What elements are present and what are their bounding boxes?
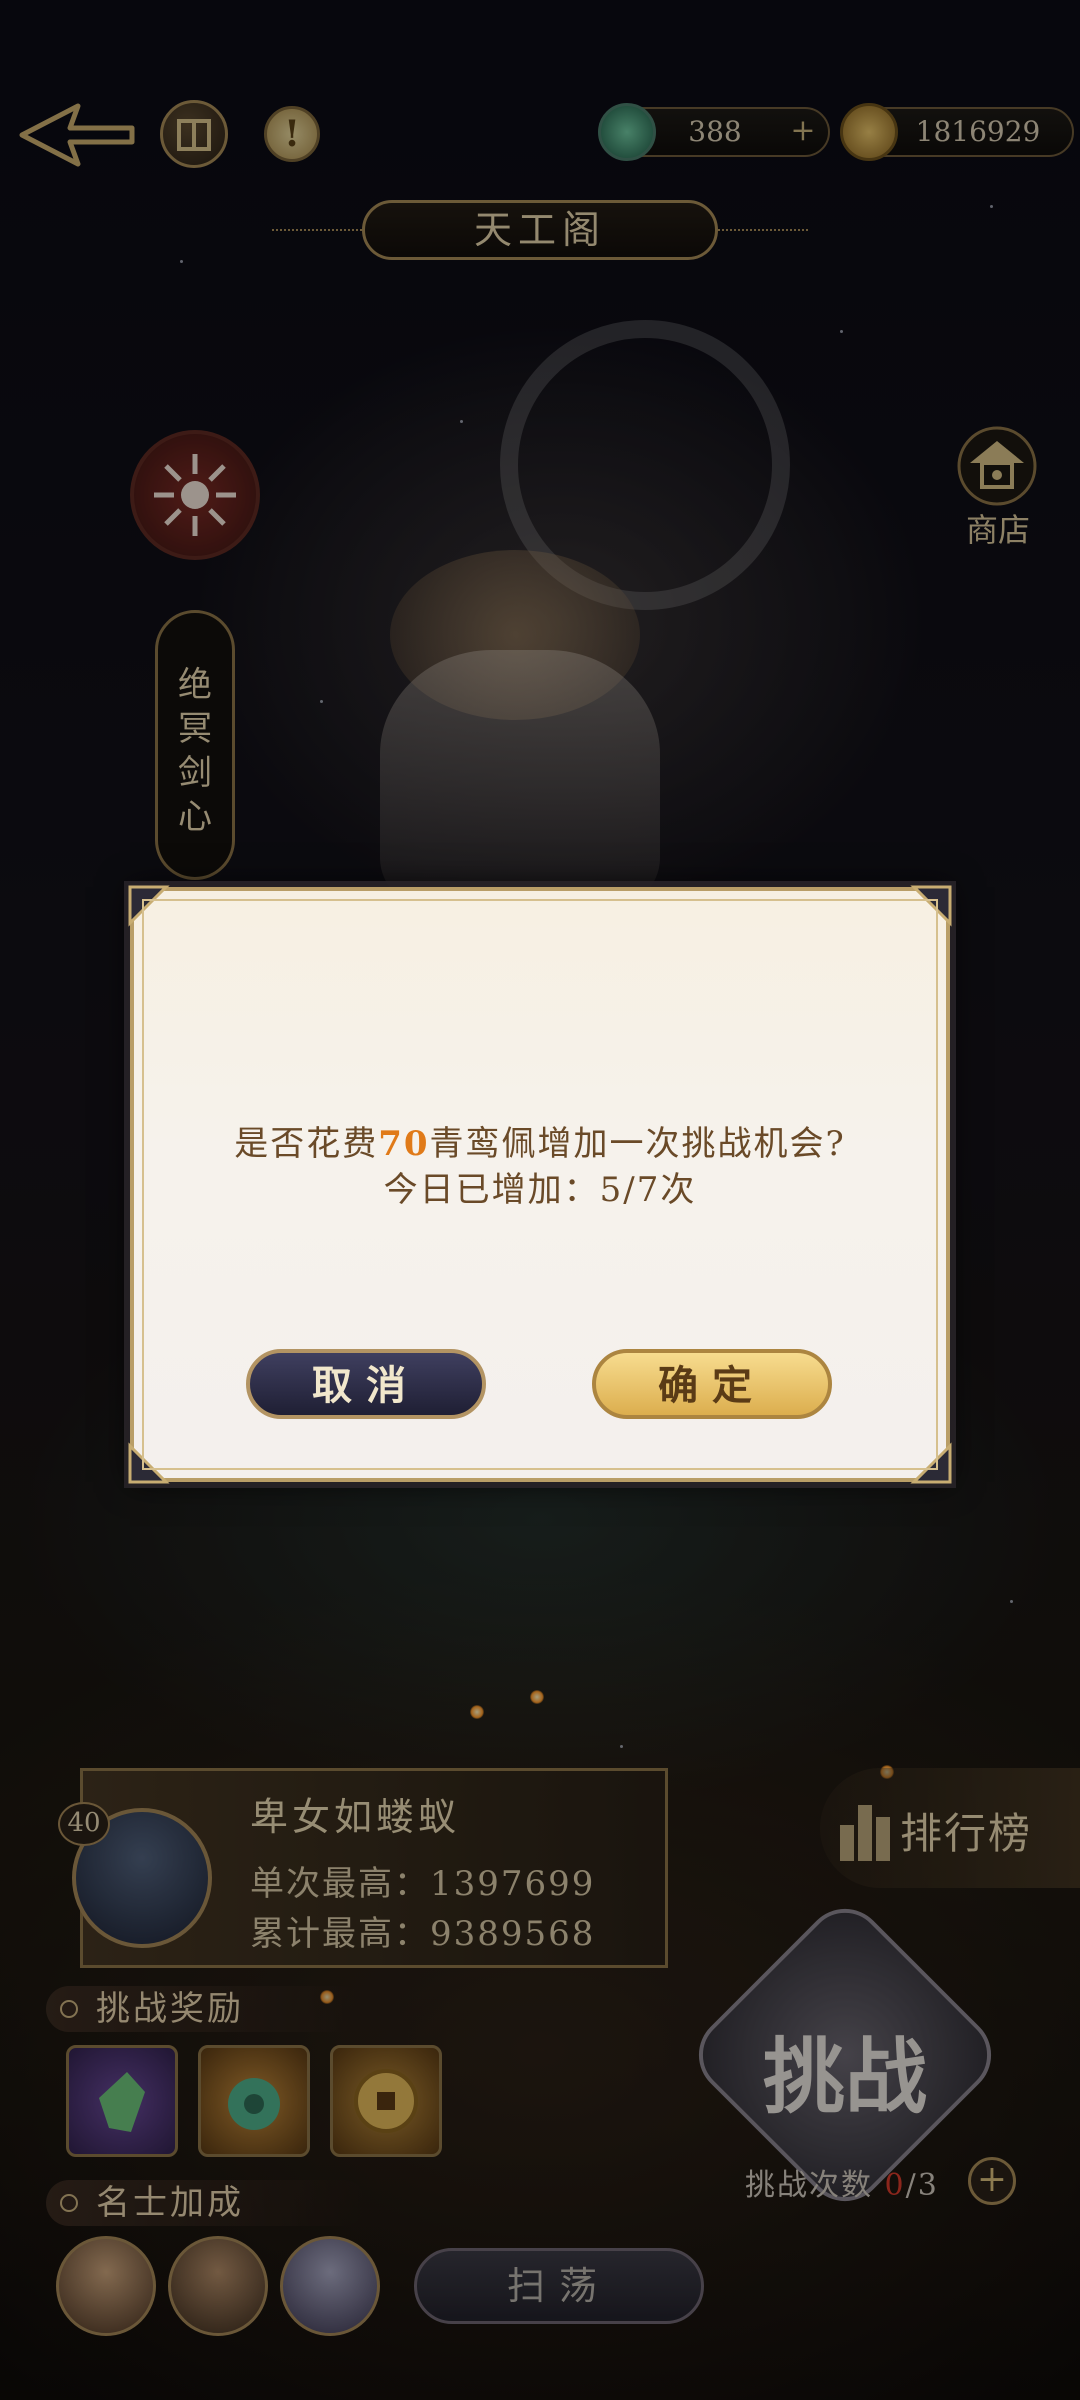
cancel-button[interactable]: 取消 — [246, 1349, 486, 1419]
corner-ornament-icon — [128, 885, 170, 927]
confirm-button[interactable]: 确定 — [592, 1349, 832, 1419]
dialog-question: 是否花费70青鸾佩增加一次挑战机会? — [134, 1121, 946, 1167]
confirm-dialog: 是否花费70青鸾佩增加一次挑战机会? 今日已增加：5/7次 取消 确定 — [128, 885, 952, 1484]
cost-amount: 70 — [378, 1124, 430, 1164]
dialog-message: 是否花费70青鸾佩增加一次挑战机会? 今日已增加：5/7次 — [134, 1121, 946, 1213]
daily-increase-count: 今日已增加：5/7次 — [383, 1170, 697, 1210]
corner-ornament-icon — [128, 1442, 170, 1484]
cost-suffix: 青鸾佩增加一次挑战机会? — [429, 1124, 846, 1164]
corner-ornament-icon — [910, 885, 952, 927]
corner-ornament-icon — [910, 1442, 952, 1484]
cost-prefix: 是否花费 — [234, 1124, 379, 1164]
